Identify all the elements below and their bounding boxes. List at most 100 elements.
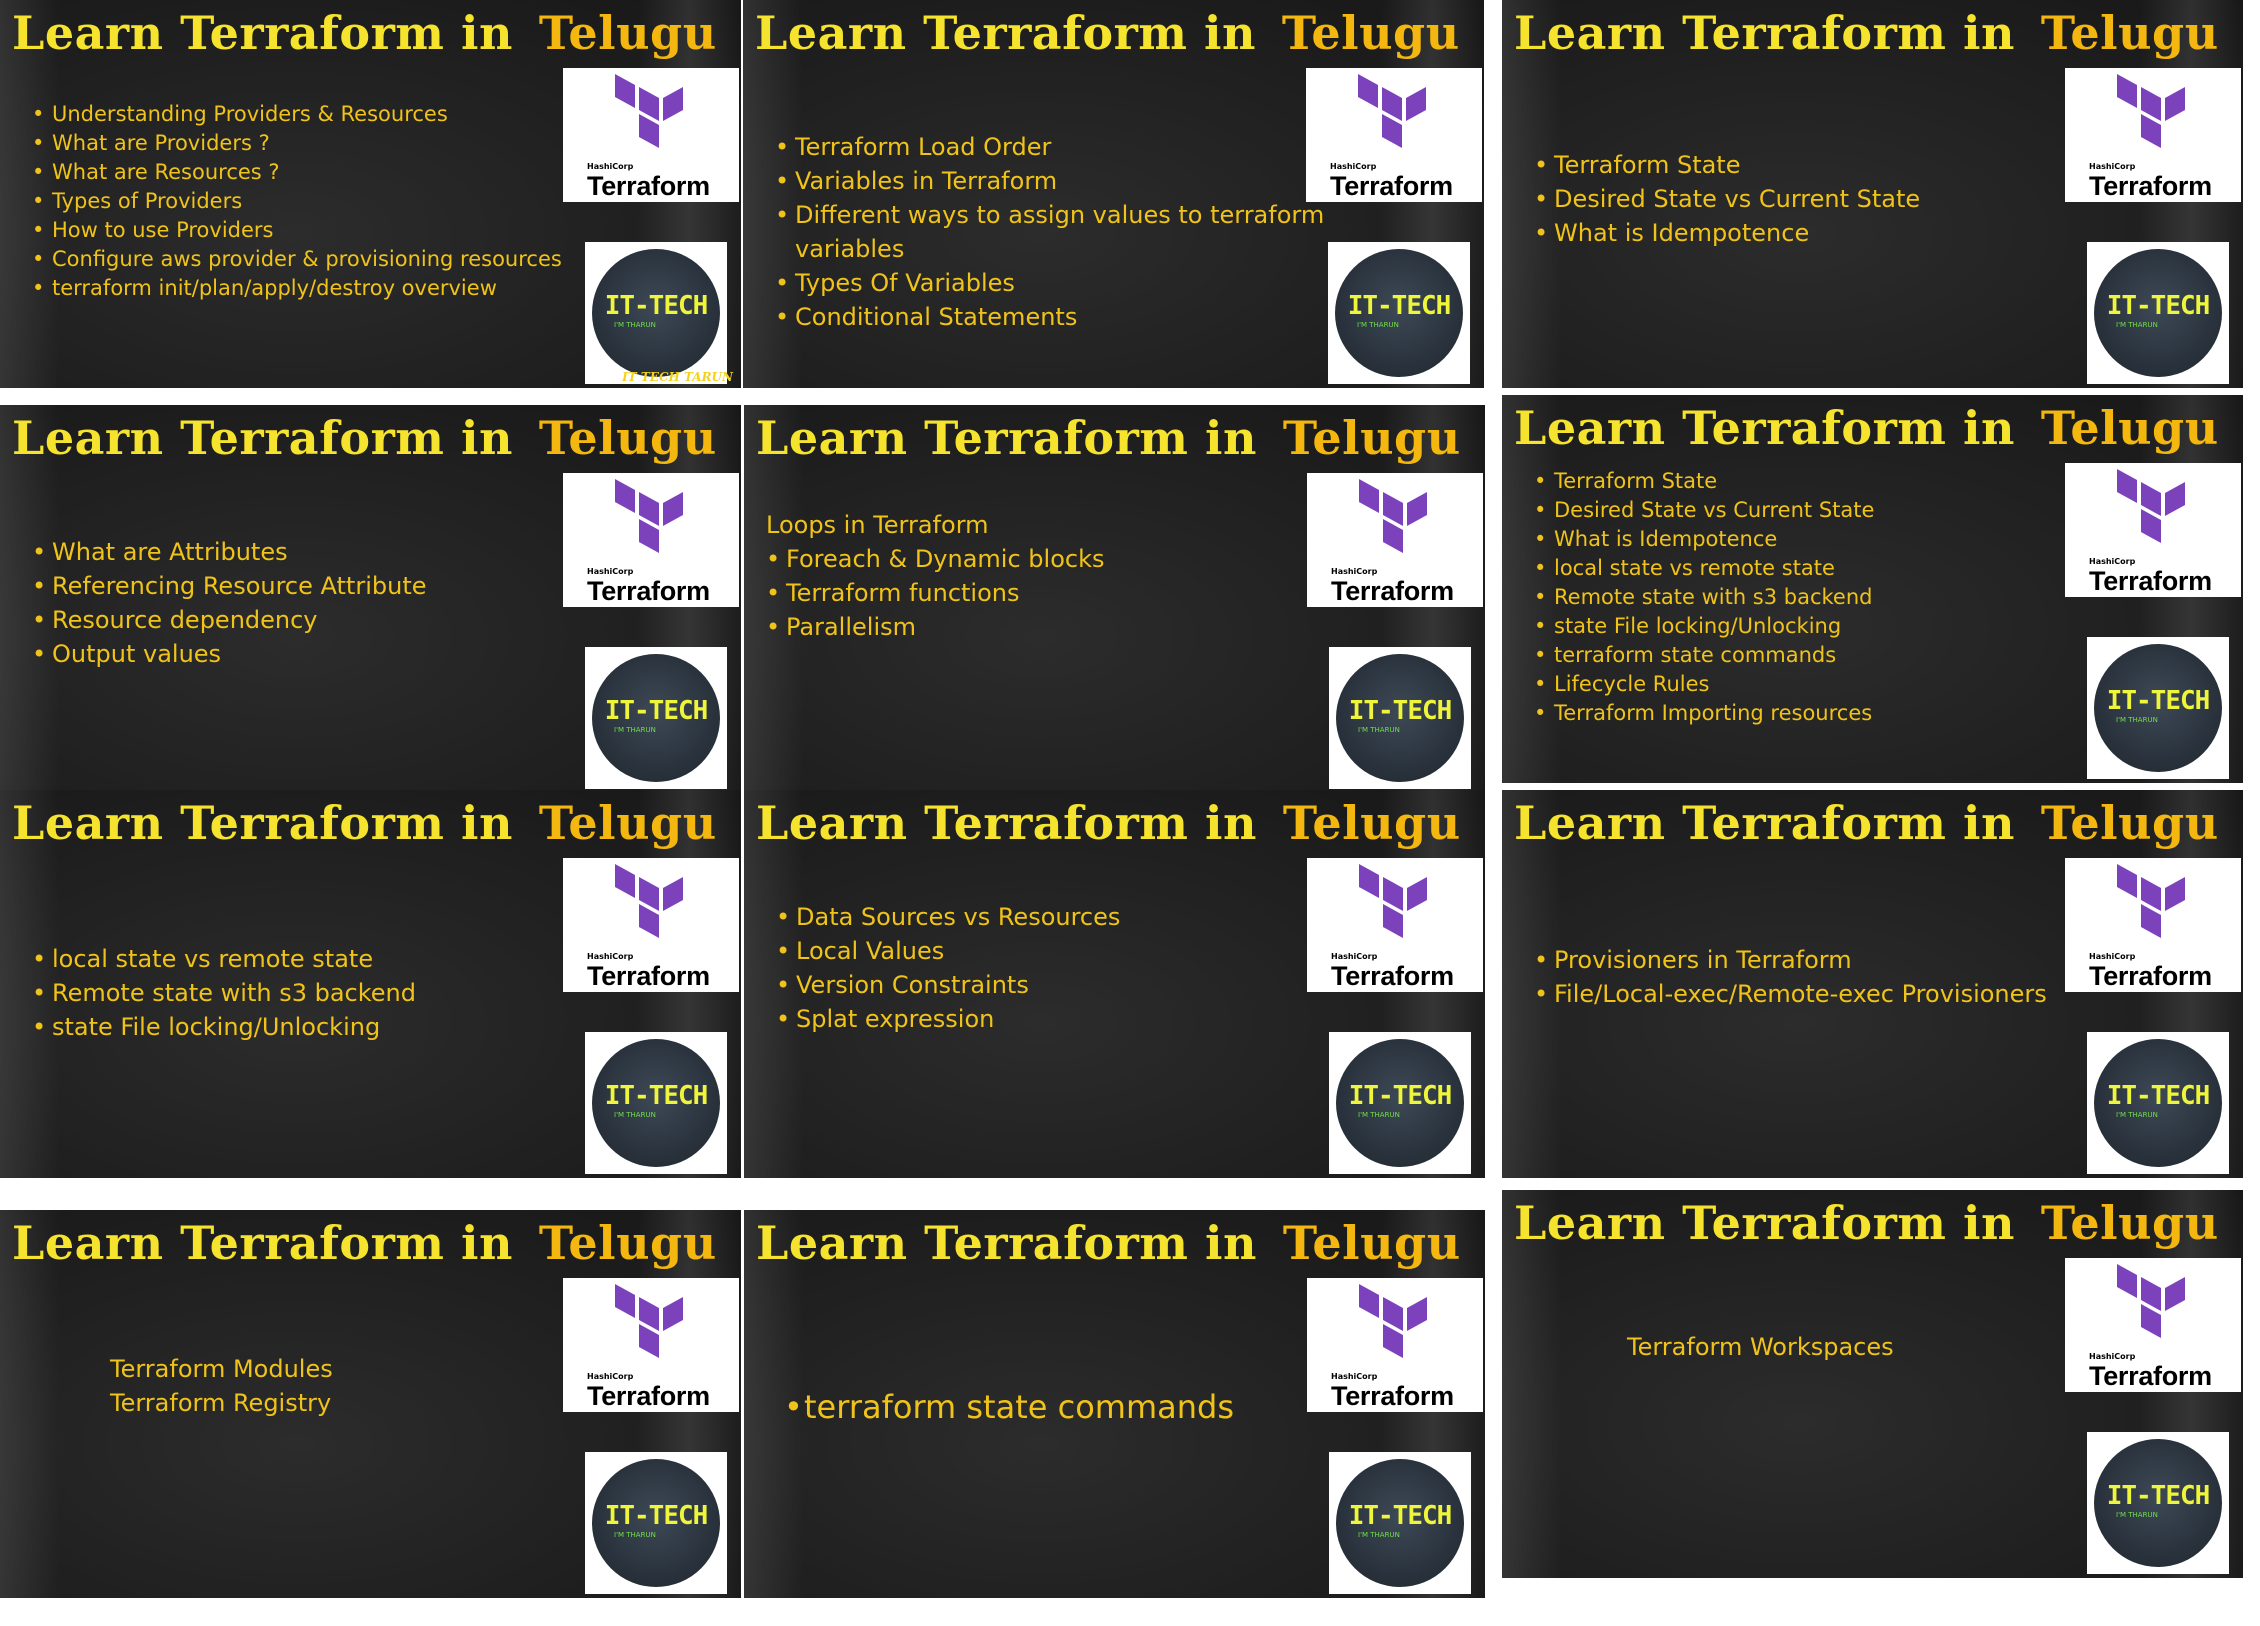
- it-tech-tagline: I'M THARUN: [614, 1531, 656, 1539]
- terraform-wordmark: Terraform: [587, 576, 710, 606]
- slide-title: Learn Terraform in Telugu: [1514, 1196, 2219, 1250]
- slide-bullet: Terraform State: [1534, 467, 1874, 496]
- terraform-icon: [1358, 74, 1426, 148]
- hashicorp-label: HashiCorp: [587, 1372, 634, 1381]
- slide-title: Learn Terraform in Telugu: [756, 1216, 1461, 1270]
- it-tech-badge-icon: IT-TECH I'M THARUN: [2094, 644, 2222, 772]
- it-tech-badge-icon: IT-TECH I'M THARUN: [592, 249, 720, 377]
- slide-bullet: state File locking/Unlocking: [32, 1010, 416, 1044]
- slide-title-accent: Telugu: [2040, 1196, 2219, 1250]
- it-tech-badge-icon: IT-TECH I'M THARUN: [1336, 1459, 1464, 1587]
- slide-bullet: Terraform Load Order: [775, 130, 1335, 164]
- slide-title: Learn Terraform in Telugu: [12, 1216, 717, 1270]
- slide-tile-7: Learn Terraform in Telugu HashiCorp Terra…: [0, 790, 741, 1178]
- it-tech-logo: IT-TECH I'M THARUN: [585, 1452, 727, 1594]
- slide-tile-12: Learn Terraform in Telugu HashiCorp Terra…: [1502, 1190, 2243, 1578]
- slide-tile-11: Learn Terraform in Telugu HashiCorp Terra…: [744, 1210, 1485, 1598]
- hashicorp-label: HashiCorp: [2089, 1352, 2136, 1361]
- slide-bullet: Splat expression: [776, 1002, 1120, 1036]
- slide-title-text: Learn Terraform in: [755, 6, 1256, 60]
- slide-bullet: Desired State vs Current State: [1534, 182, 1920, 216]
- slide-intro: Loops in Terraform: [766, 511, 989, 539]
- it-tech-wordmark: IT-TECH: [604, 1081, 709, 1111]
- slide-bullet: Conditional Statements: [775, 300, 1335, 334]
- slide-title-accent: Telugu: [2040, 6, 2219, 60]
- slide-tile-1: Learn Terraform in Telugu HashiCorp Terra…: [0, 0, 741, 388]
- it-tech-badge-icon: IT-TECH I'M THARUN: [1336, 1039, 1464, 1167]
- slide-bullet: Remote state with s3 backend: [1534, 583, 1874, 612]
- slide-bullet: Lifecycle Rules: [1534, 670, 1874, 699]
- it-tech-tagline: I'M THARUN: [2116, 716, 2158, 724]
- it-tech-tagline: I'M THARUN: [2116, 321, 2158, 329]
- terraform-logo: HashiCorp Terraform: [1307, 858, 1483, 992]
- slide-bullet: Variables in Terraform: [775, 164, 1335, 198]
- slide-bullet: Terraform Modules: [110, 1355, 333, 1383]
- terraform-wordmark: Terraform: [587, 961, 710, 991]
- slide-tile-3: Learn Terraform in Telugu HashiCorp Terra…: [1502, 0, 2243, 388]
- it-tech-wordmark: IT-TECH: [2106, 1481, 2211, 1511]
- it-tech-badge-icon: IT-TECH I'M THARUN: [592, 654, 720, 782]
- slide-title: Learn Terraform in Telugu: [1514, 401, 2219, 455]
- slide-bullet: Desired State vs Current State: [1534, 496, 1874, 525]
- slide-title-text: Learn Terraform in: [1514, 796, 2015, 850]
- slide-bullet: local state vs remote state: [32, 942, 416, 976]
- slide-title-text: Learn Terraform in: [12, 6, 513, 60]
- terraform-icon: [2117, 74, 2185, 148]
- slide-bullet-list: Foreach & Dynamic blocksTerraform functi…: [766, 542, 1104, 644]
- slide-bullet: Terraform Workspaces: [1627, 1333, 1894, 1361]
- it-tech-tagline: I'M THARUN: [1358, 1111, 1400, 1119]
- slide-title-text: Learn Terraform in: [12, 411, 513, 465]
- slide-title-accent: Telugu: [538, 796, 717, 850]
- it-tech-wordmark: IT-TECH: [1348, 1081, 1453, 1111]
- terraform-icon: [615, 479, 683, 553]
- slide-bullet: What are Attributes: [32, 535, 427, 569]
- terraform-icon: [2117, 469, 2185, 543]
- slide-title: Learn Terraform in Telugu: [755, 6, 1460, 60]
- slide-bullet: Understanding Providers & Resources: [32, 100, 562, 129]
- terraform-wordmark: Terraform: [1331, 961, 1454, 991]
- slide-bullet: Version Constraints: [776, 968, 1120, 1002]
- terraform-wordmark: Terraform: [1331, 1381, 1454, 1411]
- slide-title-accent: Telugu: [1282, 1216, 1461, 1270]
- slide-title-accent: Telugu: [1282, 796, 1461, 850]
- hashicorp-label: HashiCorp: [2089, 162, 2136, 171]
- terraform-wordmark: Terraform: [2089, 1361, 2212, 1391]
- slide-tile-8: Learn Terraform in Telugu HashiCorp Terra…: [744, 790, 1485, 1178]
- slide-bullet: Different ways to assign values to terra…: [775, 198, 1335, 266]
- it-tech-logo: IT-TECH I'M THARUN: [2087, 1032, 2229, 1174]
- it-tech-wordmark: IT-TECH: [1348, 696, 1453, 726]
- slide-title-accent: Telugu: [538, 411, 717, 465]
- terraform-logo: HashiCorp Terraform: [563, 858, 739, 992]
- slide-bullet: What are Resources ?: [32, 158, 562, 187]
- slide-bullet: Terraform State: [1534, 148, 1920, 182]
- it-tech-logo: IT-TECH I'M THARUN: [1329, 647, 1471, 789]
- it-tech-wordmark: IT-TECH: [2106, 291, 2211, 321]
- slide-bullet: Local Values: [776, 934, 1120, 968]
- slide-bullet-list: Terraform StateDesired State vs Current …: [1534, 467, 1874, 728]
- slide-bullet: Types Of Variables: [775, 266, 1335, 300]
- it-tech-badge-icon: IT-TECH I'M THARUN: [1336, 654, 1464, 782]
- slide-bullet: terraform state commands: [784, 1385, 1234, 1429]
- slide-bullet: state File locking/Unlocking: [1534, 612, 1874, 641]
- terraform-icon: [615, 1284, 683, 1358]
- it-tech-tagline: I'M THARUN: [614, 726, 656, 734]
- slide-bullet-list: Provisioners in TerraformFile/Local-exec…: [1534, 943, 2047, 1011]
- slide-title-accent: Telugu: [1282, 411, 1461, 465]
- terraform-logo: HashiCorp Terraform: [563, 68, 739, 202]
- terraform-logo: HashiCorp Terraform: [2065, 1258, 2241, 1392]
- slide-bullet: Terraform Registry: [110, 1389, 332, 1417]
- hashicorp-label: HashiCorp: [2089, 952, 2136, 961]
- terraform-logo: HashiCorp Terraform: [563, 473, 739, 607]
- terraform-wordmark: Terraform: [587, 171, 710, 201]
- it-tech-logo: IT-TECH I'M THARUN: [1328, 242, 1470, 384]
- it-tech-wordmark: IT-TECH: [2106, 686, 2211, 716]
- terraform-wordmark: Terraform: [1331, 576, 1454, 606]
- terraform-logo: HashiCorp Terraform: [1307, 1278, 1483, 1412]
- terraform-icon: [615, 74, 683, 148]
- slide-title-text: Learn Terraform in: [756, 411, 1257, 465]
- hashicorp-label: HashiCorp: [1331, 1372, 1378, 1381]
- slide-bullet-list: local state vs remote stateRemote state …: [32, 942, 416, 1044]
- terraform-wordmark: Terraform: [2089, 961, 2212, 991]
- slide-bullet-list: Terraform StateDesired State vs Current …: [1534, 148, 1920, 250]
- slide-bullet: Remote state with s3 backend: [32, 976, 416, 1010]
